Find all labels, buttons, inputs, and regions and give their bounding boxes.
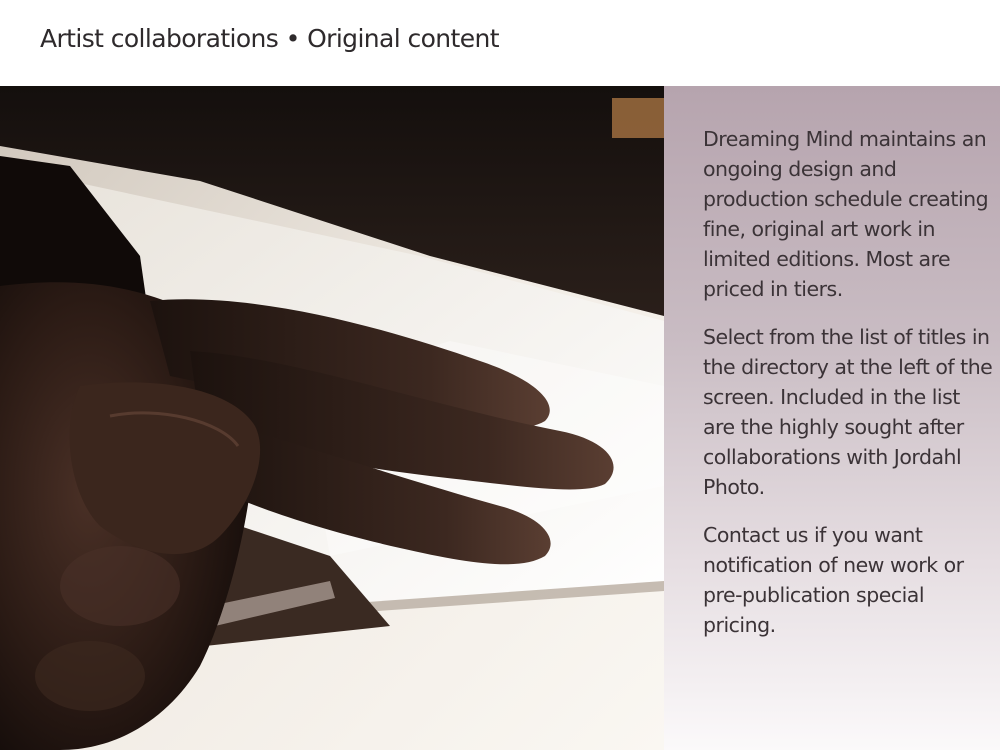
- page: Artist collaborations • Original content: [0, 0, 1000, 750]
- sidebar-panel: Dreaming Mind maintains an ongoing desig…: [664, 86, 1000, 750]
- contact-paragraph: Contact us if you want notification of n…: [703, 523, 964, 637]
- header: Artist collaborations • Original content: [0, 0, 1000, 86]
- directory-paragraph: Select from the list of titles in the di…: [703, 325, 993, 499]
- sidebar-text: Dreaming Mind maintains an ongoing desig…: [703, 124, 993, 658]
- hero-photo: [0, 86, 664, 750]
- intro-paragraph: Dreaming Mind maintains an ongoing desig…: [703, 127, 989, 301]
- hand-trimming-print-icon: [0, 86, 664, 750]
- page-title: Artist collaborations • Original content: [40, 24, 500, 53]
